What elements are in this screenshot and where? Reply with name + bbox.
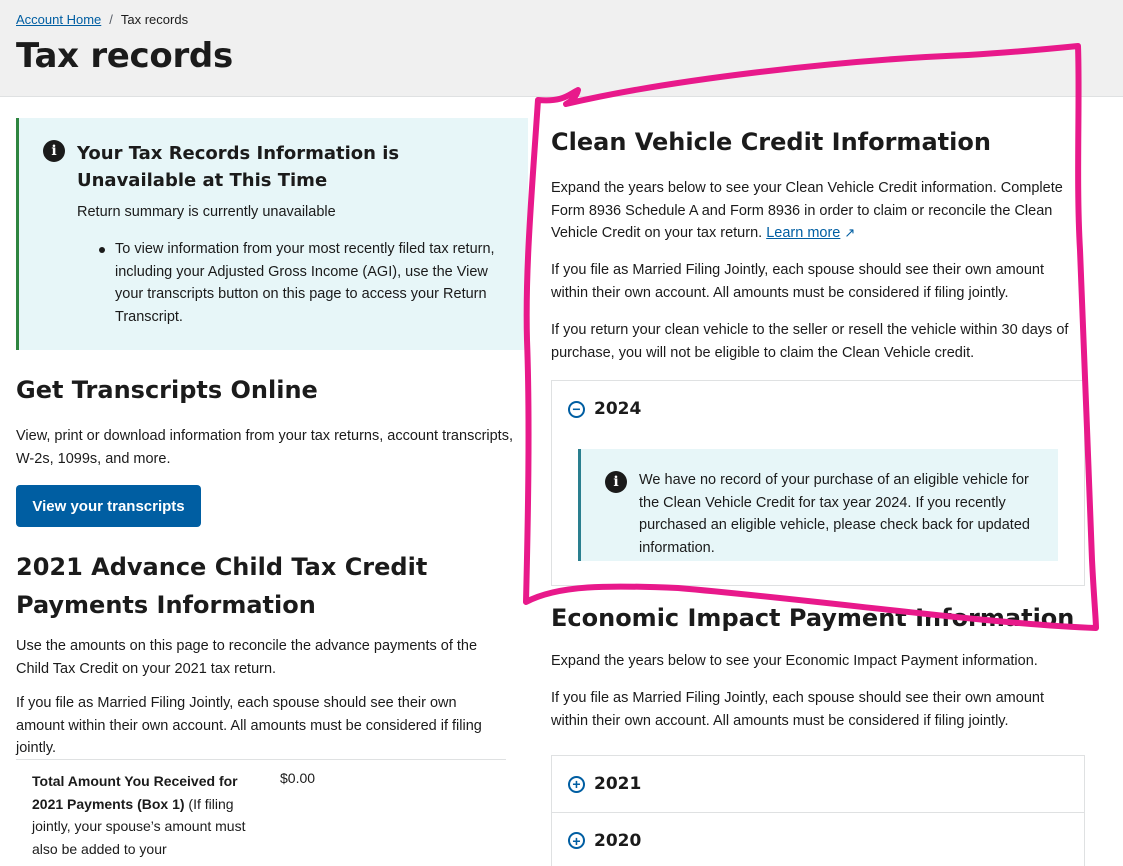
accordion-toggle-2020[interactable]: + 2020: [552, 812, 1084, 866]
child-tax-credit-heading: 2021 Advance Child Tax Credit Payments I…: [16, 553, 428, 619]
plus-circle-icon: +: [568, 832, 585, 849]
clean-vehicle-para2: If you file as Married Filing Jointly, e…: [551, 262, 1044, 301]
minus-circle-icon: −: [568, 400, 585, 418]
breadcrumb: Account Home / Tax records: [16, 12, 188, 27]
alert-bullet: To view information from your most recen…: [97, 238, 517, 328]
info-icon: i: [43, 140, 65, 162]
info-icon: i: [605, 471, 627, 493]
economic-impact-para1: Expand the years below to see your Econo…: [551, 653, 1038, 669]
records-unavailable-alert: i Your Tax Records Information is Unavai…: [16, 118, 528, 350]
child-tax-credit-para2: If you file as Married Filing Jointly, e…: [16, 695, 482, 756]
total-received-value: $0.00: [280, 770, 316, 786]
breadcrumb-separator: /: [109, 12, 113, 27]
clean-vehicle-heading: Clean Vehicle Credit Information: [551, 128, 991, 156]
payment-summary-table: Total Amount You Received for 2021 Payme…: [16, 759, 506, 857]
breadcrumb-account-home[interactable]: Account Home: [16, 12, 101, 27]
accordion-toggle-2021[interactable]: + 2021: [552, 756, 1084, 812]
accordion-year: 2024: [594, 399, 642, 419]
plus-circle-icon: +: [568, 775, 585, 793]
clean-vehicle-accordion: − 2024 i We have no record of your purch…: [551, 380, 1085, 586]
economic-impact-accordion: + 2021 + 2020: [551, 755, 1085, 866]
alert-title: Your Tax Records Information is Unavaila…: [77, 143, 400, 191]
alert-subtitle: Return summary is currently unavailable: [77, 204, 336, 220]
accordion-year: 2020: [594, 830, 642, 851]
clean-vehicle-para1: Expand the years below to see your Clean…: [551, 177, 1085, 245]
alert-list: To view information from your most recen…: [97, 238, 517, 328]
transcripts-description: View, print or download information from…: [16, 428, 513, 467]
learn-more-link[interactable]: Learn more: [766, 225, 840, 241]
no-vehicle-record-alert: i We have no record of your purchase of …: [578, 449, 1058, 561]
accordion-year: 2021: [594, 774, 642, 794]
breadcrumb-current: Tax records: [120, 12, 189, 27]
accordion-toggle-2024[interactable]: − 2024: [552, 381, 1084, 437]
external-link-icon: ↗: [844, 225, 856, 240]
economic-impact-para2: If you file as Married Filing Jointly, e…: [551, 690, 1044, 729]
total-received-label: Total Amount You Received for 2021 Payme…: [32, 770, 252, 860]
clean-vehicle-para3: If you return your clean vehicle to the …: [551, 322, 1069, 361]
page-header: Account Home / Tax records Tax records: [0, 0, 1123, 97]
economic-impact-heading: Economic Impact Payment Information: [551, 604, 1075, 632]
page-title: Tax records: [16, 36, 233, 76]
child-tax-credit-para1: Use the amounts on this page to reconcil…: [16, 638, 478, 677]
no-vehicle-record-text: We have no record of your purchase of an…: [639, 472, 1030, 556]
view-transcripts-button[interactable]: View your transcripts: [16, 485, 201, 527]
transcripts-heading: Get Transcripts Online: [16, 376, 318, 404]
